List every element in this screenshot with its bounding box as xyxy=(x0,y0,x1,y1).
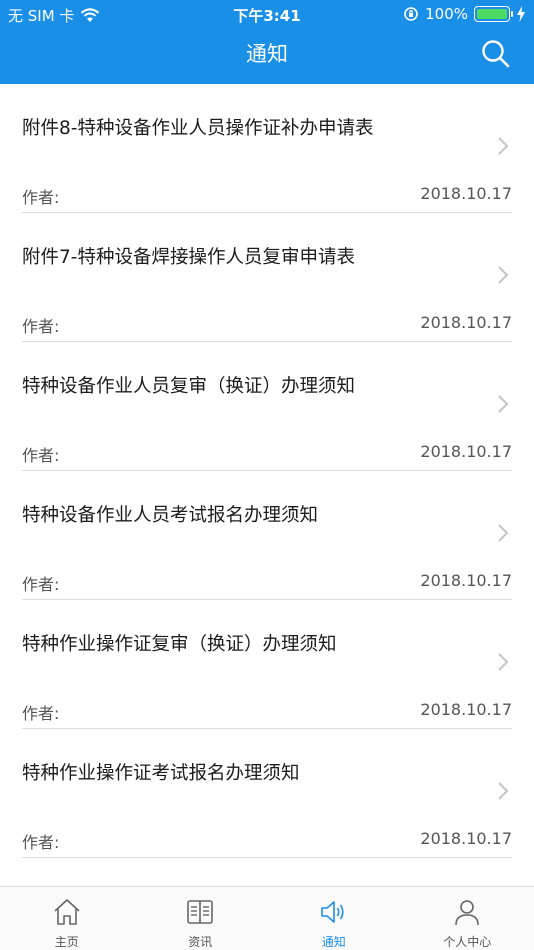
notice-author: 作者: xyxy=(22,833,60,852)
notice-title: 特种作业操作证考试报名办理须知 xyxy=(22,763,300,784)
chevron-right-icon xyxy=(498,266,509,284)
notice-title: 特种设备作业人员复审（换证）办理须知 xyxy=(22,376,356,397)
notice-title: 附件8-特种设备作业人员操作证补办申请表 xyxy=(22,118,374,139)
tab-news[interactable]: 资讯 xyxy=(134,887,268,950)
notice-date: 2018.10.17 xyxy=(420,829,512,848)
tab-profile[interactable]: 个人中心 xyxy=(401,887,534,950)
tab-label: 资讯 xyxy=(188,935,213,949)
notice-date: 2018.10.17 xyxy=(420,442,512,461)
notice-date: 2018.10.17 xyxy=(420,184,512,203)
list-item[interactable]: 特种作业操作证复审（换证）办理须知 作者: 2018.10.17 xyxy=(22,600,512,729)
notice-author: 作者: xyxy=(22,704,60,723)
notice-author: 作者: xyxy=(22,446,60,465)
book-icon xyxy=(187,900,214,924)
list-item[interactable]: 附件8-特种设备作业人员操作证补办申请表 作者: 2018.10.17 xyxy=(22,84,512,213)
notice-author: 作者: xyxy=(22,188,60,207)
chevron-right-icon xyxy=(498,653,509,671)
tab-label: 个人中心 xyxy=(443,935,492,949)
battery-percent: 100% xyxy=(425,5,468,23)
list-item[interactable]: 特种设备作业人员复审（换证）办理须知 作者: 2018.10.17 xyxy=(22,342,512,471)
tab-label: 主页 xyxy=(54,935,79,949)
person-icon xyxy=(455,900,480,926)
top-bar: 无 SIM 卡 下午3:41 100% 通知 xyxy=(0,0,534,84)
tab-home[interactable]: 主页 xyxy=(0,887,134,950)
page-title: 通知 xyxy=(246,42,288,66)
notice-title: 特种作业操作证复审（换证）办理须知 xyxy=(22,634,337,655)
chevron-right-icon xyxy=(498,524,509,542)
chevron-right-icon xyxy=(498,782,509,800)
notice-date: 2018.10.17 xyxy=(420,313,512,332)
list-item[interactable]: 特种设备作业人员考试报名办理须知 作者: 2018.10.17 xyxy=(22,471,512,600)
status-bar: 无 SIM 卡 下午3:41 100% xyxy=(0,0,534,28)
notice-date: 2018.10.17 xyxy=(420,700,512,719)
chevron-right-icon xyxy=(498,395,509,413)
notice-author: 作者: xyxy=(22,317,60,336)
battery-icon xyxy=(474,6,513,22)
search-icon xyxy=(482,40,510,68)
tab-label: 通知 xyxy=(321,935,346,949)
list-item[interactable]: 特种作业操作证考试报名办理须知 作者: 2018.10.17 xyxy=(22,729,512,858)
chevron-right-icon xyxy=(498,137,509,155)
notice-title: 附件7-特种设备焊接操作人员复审申请表 xyxy=(22,247,355,268)
charging-icon xyxy=(517,6,525,22)
home-icon xyxy=(54,899,80,925)
orientation-lock-icon xyxy=(404,7,418,21)
tab-bar: 主页 资讯 通知 个人中心 xyxy=(0,886,534,950)
search-button[interactable] xyxy=(480,38,512,70)
notice-date: 2018.10.17 xyxy=(420,571,512,590)
speaker-icon xyxy=(320,901,344,923)
notice-list: 附件8-特种设备作业人员操作证补办申请表 作者: 2018.10.17 附件7-… xyxy=(0,84,534,858)
list-item[interactable]: 附件7-特种设备焊接操作人员复审申请表 作者: 2018.10.17 xyxy=(22,213,512,342)
notice-title: 特种设备作业人员考试报名办理须知 xyxy=(22,505,319,526)
notice-author: 作者: xyxy=(22,575,60,594)
tab-notice[interactable]: 通知 xyxy=(267,887,401,950)
